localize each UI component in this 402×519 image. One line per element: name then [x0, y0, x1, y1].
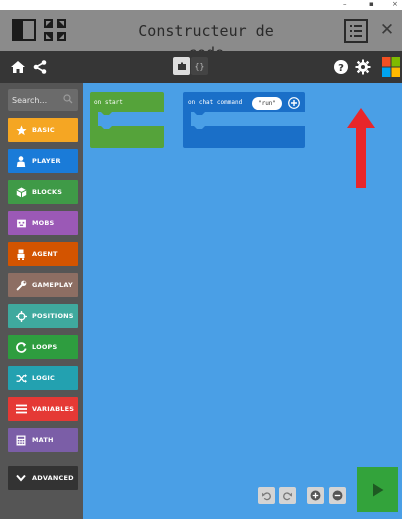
category-label: AGENT [32, 250, 58, 258]
category-mobs[interactable]: MOBS [8, 211, 78, 235]
help-icon[interactable]: ? [333, 59, 349, 75]
search-field[interactable] [8, 89, 78, 111]
category-variables[interactable]: VARIABLES [8, 397, 78, 421]
category-advanced[interactable]: ADVANCED [8, 466, 78, 490]
search-input[interactable] [12, 92, 62, 108]
wrench-icon [15, 279, 27, 291]
window-title: Constructeur de code [138, 22, 274, 62]
toolbar: {} ? [0, 51, 402, 83]
os-window-strip: – ▪ × [0, 0, 402, 10]
undo-icon [262, 492, 271, 501]
chat-command-value[interactable]: "run" [252, 97, 282, 110]
category-loops[interactable]: LOOPS [8, 335, 78, 359]
category-label: BASIC [32, 126, 55, 134]
zoom-out-icon [332, 490, 343, 501]
category-label: VARIABLES [32, 405, 75, 413]
agent-icon [15, 248, 27, 260]
red-arrow-annotation [347, 108, 375, 188]
home-icon[interactable] [10, 59, 26, 75]
share-icon[interactable] [32, 59, 48, 75]
search-icon [63, 94, 73, 104]
svg-text:?: ? [338, 63, 344, 74]
category-agent[interactable]: AGENT [8, 242, 78, 266]
play-icon [372, 483, 383, 496]
maximize-icon[interactable]: ▪ [369, 0, 374, 8]
star-icon [15, 124, 27, 136]
chevron-down-icon [15, 472, 27, 484]
mob-icon [15, 217, 27, 229]
category-label: MOBS [32, 219, 55, 227]
list-icon [15, 403, 27, 415]
category-basic[interactable]: BASIC [8, 118, 78, 142]
category-gameplay[interactable]: GAMEPLAY [8, 273, 78, 297]
on-start-label: on start [94, 99, 123, 106]
category-logic[interactable]: LOGIC [8, 366, 78, 390]
zoom-in-button[interactable] [307, 487, 324, 504]
puzzle-icon [177, 62, 186, 70]
title-bar: Constructeur de code ✕ [0, 10, 402, 62]
close-button[interactable]: ✕ [378, 20, 396, 40]
blocks-workspace[interactable]: on start on chat command "run" [83, 83, 402, 519]
calculator-icon [15, 434, 27, 446]
run-button[interactable] [357, 467, 398, 512]
tab-blocks[interactable] [173, 57, 190, 75]
person-icon [15, 155, 27, 167]
category-label: LOOPS [32, 343, 58, 351]
category-label: LOGIC [32, 374, 55, 382]
microsoft-logo-icon [382, 57, 400, 77]
category-label: POSITIONS [32, 312, 74, 320]
crosshair-icon [15, 310, 27, 322]
on-chat-command-label: on chat command [188, 99, 243, 106]
shuffle-icon [15, 372, 27, 384]
minimize-icon[interactable]: – [343, 0, 347, 8]
fullscreen-icon[interactable] [43, 18, 67, 42]
cube-icon [15, 186, 27, 198]
gear-icon[interactable] [355, 59, 371, 75]
list-view-button[interactable] [344, 19, 368, 43]
category-label: ADVANCED [32, 474, 74, 482]
zoom-out-button[interactable] [329, 487, 346, 504]
split-panel-icon[interactable] [12, 18, 36, 42]
code-builder-window: – ▪ × Constructeur de code [0, 0, 402, 519]
category-blocks[interactable]: BLOCKS [8, 180, 78, 204]
category-player[interactable]: PLAYER [8, 149, 78, 173]
category-positions[interactable]: POSITIONS [8, 304, 78, 328]
zoom-in-icon [310, 490, 321, 501]
close-os-icon[interactable]: × [392, 0, 398, 8]
redo-icon [283, 492, 292, 501]
category-label: BLOCKS [32, 188, 63, 196]
loop-icon [15, 341, 27, 353]
redo-button[interactable] [279, 487, 296, 504]
undo-button[interactable] [258, 487, 275, 504]
category-label: MATH [32, 436, 54, 444]
category-label: GAMEPLAY [32, 281, 73, 289]
tab-code[interactable]: {} [191, 57, 208, 75]
toolbox-sidebar: BASIC PLAYER BLOCKS MOBS AGENT [0, 83, 83, 519]
category-label: PLAYER [32, 157, 61, 165]
category-math[interactable]: MATH [8, 428, 78, 452]
add-parameter-icon[interactable] [288, 97, 300, 109]
list-icon [350, 25, 362, 37]
